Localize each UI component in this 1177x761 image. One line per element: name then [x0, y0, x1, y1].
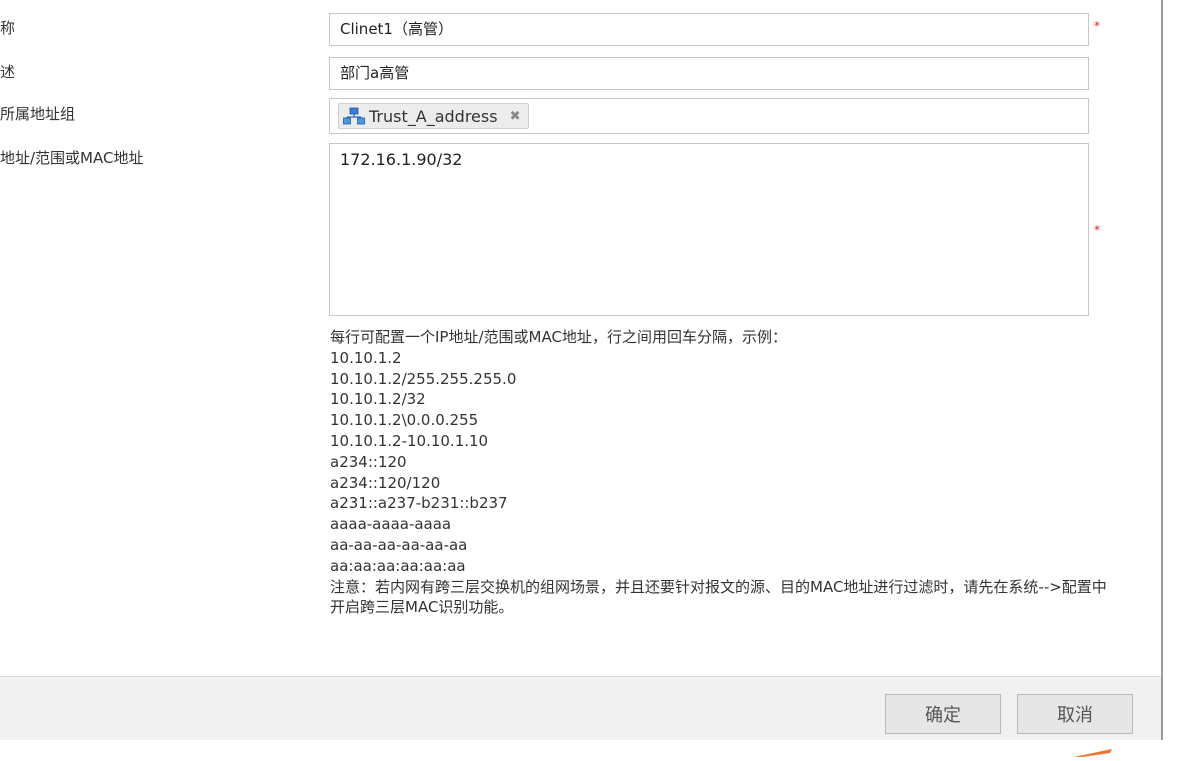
help-example: a234::120/120: [330, 473, 441, 492]
address-label: 地址/范围或MAC地址: [0, 149, 144, 167]
address-dialog: 称 Clinet1（高管） * 述 部门a高管 所属地址组 Trust_A_ad…: [0, 0, 1163, 740]
help-example: 10.10.1.2/255.255.255.0: [330, 369, 517, 388]
confirm-button[interactable]: 确定: [885, 694, 1001, 734]
dialog-footer: 确定 取消: [0, 676, 1161, 740]
remove-tag-icon[interactable]: ✖: [510, 109, 521, 124]
address-textarea[interactable]: 172.16.1.90/32: [329, 143, 1089, 316]
address-group-tag: Trust_A_address ✖: [338, 103, 530, 129]
address-group-field[interactable]: Trust_A_address ✖: [329, 98, 1089, 134]
help-example: a234::120: [330, 452, 407, 471]
help-example: 10.10.1.2-10.10.1.10: [330, 431, 489, 450]
help-example: aa:aa:aa:aa:aa:aa: [330, 556, 466, 575]
network-group-icon: [343, 107, 365, 125]
address-group-label: 所属地址组: [0, 105, 76, 123]
name-label: 称: [0, 19, 16, 37]
mouse-pointer-icon: [1072, 742, 1114, 761]
help-note: 注意：若内网有跨三层交换机的组网场景，并且还要针对报文的源、目的MAC地址进行过…: [330, 577, 1107, 617]
help-example: 10.10.1.2: [330, 348, 402, 367]
address-group-tag-label: Trust_A_address: [369, 106, 498, 126]
name-input[interactable]: Clinet1（高管）: [329, 13, 1089, 46]
address-required-mark: *: [1094, 223, 1100, 237]
help-intro: 每行可配置一个IP地址/范围或MAC地址，行之间用回车分隔，示例：: [330, 328, 787, 346]
address-help-text: 每行可配置一个IP地址/范围或MAC地址，行之间用回车分隔，示例： 10.10.…: [330, 327, 1120, 618]
help-example: aa-aa-aa-aa-aa-aa: [330, 535, 468, 554]
cancel-button[interactable]: 取消: [1017, 694, 1133, 734]
help-example: 10.10.1.2\0.0.0.255: [330, 411, 479, 430]
description-label: 述: [0, 63, 16, 81]
help-example: 10.10.1.2/32: [330, 390, 426, 409]
help-example: aaaa-aaaa-aaaa: [330, 515, 452, 534]
description-input[interactable]: 部门a高管: [329, 57, 1089, 90]
name-required-mark: *: [1094, 19, 1100, 33]
help-example: a231::a237-b231::b237: [330, 494, 508, 513]
